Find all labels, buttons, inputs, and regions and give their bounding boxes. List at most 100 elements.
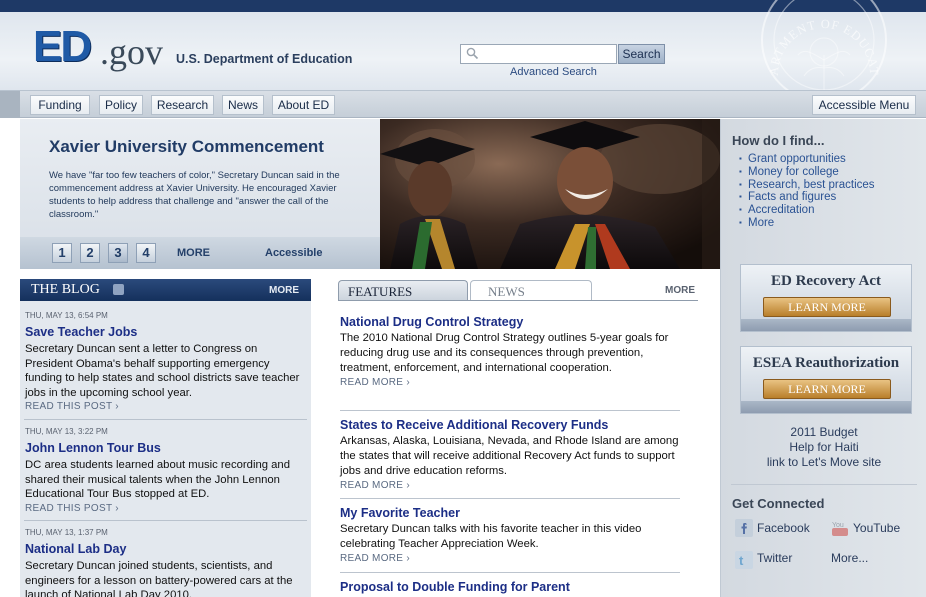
divider xyxy=(340,572,680,573)
post-date: THU, MAY 13, 1:37 PM xyxy=(25,528,108,537)
budget-2011-link[interactable]: 2011 Budget xyxy=(790,425,857,439)
read-this-post-link[interactable]: READ THIS POST › xyxy=(25,401,307,413)
youtube-icon: You xyxy=(832,522,848,536)
twitter-icon: t xyxy=(735,551,753,569)
right-sidebar: How do I find... Grant opportunities Mon… xyxy=(720,119,926,597)
slide-4-button[interactable]: 4 xyxy=(136,243,156,263)
howdo-item-facts-and-figures[interactable]: Facts and figures xyxy=(739,191,875,204)
tab-news[interactable]: NEWS xyxy=(470,280,592,301)
read-this-post-link[interactable]: READ THIS POST › xyxy=(25,503,307,515)
facebook-link[interactable]: Facebook xyxy=(757,521,810,535)
post-text: Secretary Duncan sent a letter to Congre… xyxy=(25,343,300,399)
features-more-link[interactable]: MORE xyxy=(665,285,695,296)
post-title[interactable]: National Lab Day xyxy=(25,542,307,557)
feature-item-title[interactable]: National Drug Control Strategy xyxy=(340,315,685,330)
feature-item-text: Secretary Duncan talks with his favorite… xyxy=(340,523,642,550)
feature-slide-controls: 1 2 3 4 MORE Accessible xyxy=(20,237,380,269)
howdo-item-accreditation[interactable]: Accreditation xyxy=(739,204,875,217)
get-connected-title: Get Connected xyxy=(732,496,825,511)
feature-more-link[interactable]: MORE xyxy=(177,247,210,259)
promo-footer-band xyxy=(741,401,911,413)
rss-icon[interactable] xyxy=(113,284,124,295)
read-more-link[interactable]: READ MORE › xyxy=(340,480,685,492)
feature-title[interactable]: Xavier University Commencement xyxy=(49,137,324,157)
nav-item-policy[interactable]: Policy xyxy=(99,95,143,115)
post-date: THU, MAY 13, 6:54 PM xyxy=(25,311,108,320)
post-date: THU, MAY 13, 3:22 PM xyxy=(25,427,108,436)
feature-description: We have "far too few teachers of color,"… xyxy=(49,170,340,220)
facebook-icon xyxy=(735,519,753,537)
svg-text:t: t xyxy=(739,553,744,568)
main-navigation: Funding Policy Research News About ED Ac… xyxy=(0,90,926,118)
feature-item-title[interactable]: My Favorite Teacher xyxy=(340,506,685,521)
howdo-item-more[interactable]: More xyxy=(739,217,875,230)
slide-1-button[interactable]: 1 xyxy=(52,243,72,263)
help-for-haiti-link[interactable]: Help for Haiti xyxy=(789,440,858,454)
feature-item: National Drug Control Strategy The 2010 … xyxy=(340,315,685,389)
search-button[interactable]: Search xyxy=(618,44,665,64)
howdo-item-money-for-college[interactable]: Money for college xyxy=(739,166,875,179)
logo-gov-text: .gov xyxy=(100,32,163,72)
post-title[interactable]: John Lennon Tour Bus xyxy=(25,441,307,456)
post-text: DC area students learned about music rec… xyxy=(25,459,291,500)
logo-ed-text: ED xyxy=(33,22,92,71)
read-more-link[interactable]: READ MORE › xyxy=(340,377,685,389)
divider xyxy=(340,498,680,499)
department-seal-logo: DEPARTMENT OF EDUCATION xyxy=(756,0,887,92)
feature-photo xyxy=(380,119,720,269)
recovery-act-title: ED Recovery Act xyxy=(771,273,881,289)
esea-promo: ESEA Reauthorization LEARN MORE xyxy=(740,346,912,414)
divider xyxy=(24,419,307,420)
nav-left-edge xyxy=(0,91,20,118)
blog-list: THU, MAY 13, 6:54 PM Save Teacher Jobs S… xyxy=(20,301,311,597)
slide-2-button[interactable]: 2 xyxy=(80,243,100,263)
divider xyxy=(731,484,917,485)
feature-accessible-link[interactable]: Accessible xyxy=(265,247,322,259)
divider xyxy=(340,410,680,411)
lets-move-link[interactable]: link to Let's Move site xyxy=(767,455,881,469)
howdo-item-research[interactable]: Research, best practices xyxy=(739,179,875,192)
blog-post: THU, MAY 13, 1:37 PM National Lab Day Se… xyxy=(25,528,307,597)
tabs-baseline xyxy=(338,300,698,301)
blog-post: THU, MAY 13, 3:22 PM John Lennon Tour Bu… xyxy=(25,427,307,515)
recovery-act-learn-more-button[interactable]: LEARN MORE xyxy=(763,297,891,317)
graduation-photo-image xyxy=(380,119,720,269)
feature-item-text: The 2010 National Drug Control Strategy … xyxy=(340,332,669,374)
how-do-i-find-list: Grant opportunities Money for college Re… xyxy=(739,153,875,230)
feature-item: Proposal to Double Funding for Parent xyxy=(340,580,685,595)
promo-footer-band xyxy=(741,319,911,331)
department-name: U.S. Department of Education xyxy=(176,52,353,66)
social-more-link[interactable]: More... xyxy=(831,551,868,565)
howdo-item-grant-opportunities[interactable]: Grant opportunities xyxy=(739,153,875,166)
svg-text:You: You xyxy=(832,522,844,529)
right-links: 2011 Budget Help for Haiti link to Let's… xyxy=(721,425,926,470)
feature-item: My Favorite Teacher Secretary Duncan tal… xyxy=(340,506,685,565)
feature-item-title[interactable]: States to Receive Additional Recovery Fu… xyxy=(340,418,685,433)
feature-item-title[interactable]: Proposal to Double Funding for Parent xyxy=(340,580,685,595)
post-title[interactable]: Save Teacher Jobs xyxy=(25,325,307,340)
blog-header: THE BLOG MORE xyxy=(20,279,311,301)
recovery-act-promo: ED Recovery Act LEARN MORE xyxy=(740,264,912,332)
site-header: ED .gov U.S. Department of Education Sea… xyxy=(0,0,926,92)
divider xyxy=(24,520,307,521)
nav-item-news[interactable]: News xyxy=(222,95,264,115)
blog-title: THE BLOG xyxy=(31,282,100,297)
how-do-i-find-title: How do I find... xyxy=(732,133,825,148)
nav-item-about-ed[interactable]: About ED xyxy=(272,95,335,115)
read-more-link[interactable]: READ MORE › xyxy=(340,553,685,565)
search-input[interactable] xyxy=(460,44,617,64)
feature-item-text: Arkansas, Alaska, Louisiana, Nevada, and… xyxy=(340,435,679,477)
accessible-menu-button[interactable]: Accessible Menu xyxy=(812,95,916,115)
nav-item-funding[interactable]: Funding xyxy=(30,95,90,115)
advanced-search-link[interactable]: Advanced Search xyxy=(510,66,597,78)
tab-features[interactable]: FEATURES xyxy=(338,280,468,301)
nav-item-research[interactable]: Research xyxy=(151,95,214,115)
esea-learn-more-button[interactable]: LEARN MORE xyxy=(763,379,891,399)
twitter-link[interactable]: Twitter xyxy=(757,551,792,565)
youtube-link[interactable]: YouTube xyxy=(853,521,900,535)
feature-item: States to Receive Additional Recovery Fu… xyxy=(340,418,685,492)
slide-3-button[interactable]: 3 xyxy=(108,243,128,263)
blog-more-link[interactable]: MORE xyxy=(269,285,299,296)
post-text: Secretary Duncan joined students, scient… xyxy=(25,560,293,597)
blog-post: THU, MAY 13, 6:54 PM Save Teacher Jobs S… xyxy=(25,311,307,413)
